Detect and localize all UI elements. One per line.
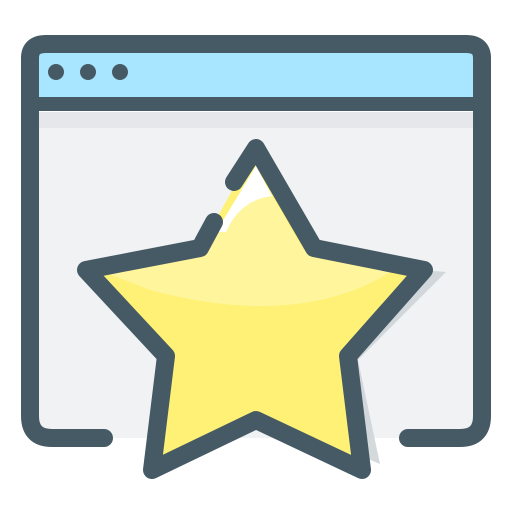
window-dot-icon — [112, 64, 128, 80]
window-body-shading — [30, 112, 482, 128]
icon-canvas — [21, 35, 491, 479]
window-dot-icon — [80, 64, 96, 80]
window-titlebar — [30, 46, 482, 100]
browser-favorite-star-icon — [0, 0, 512, 512]
window-dot-icon — [48, 64, 64, 80]
